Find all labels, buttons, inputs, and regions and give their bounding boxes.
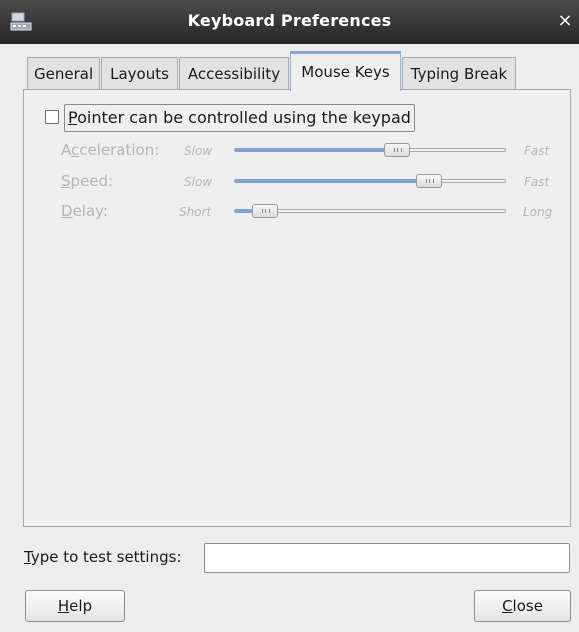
slider-fill [235,179,430,183]
label-prefix: A [61,141,71,159]
acceleration-max-label: Fast [524,144,550,158]
window-close-button[interactable]: × [555,10,575,32]
label-text: elay: [72,202,108,220]
slider-fill [235,148,397,152]
pointer-keypad-label[interactable]: Pointer can be controlled using the keyp… [64,104,415,132]
tab-typing-break[interactable]: Typing Break [402,57,516,89]
button-label: elp [69,597,93,615]
label-text: celeration: [79,141,160,159]
close-button[interactable]: Close [474,590,571,622]
tab-label: Typing Break [410,65,508,83]
speed-max-label: Fast [524,175,550,189]
tab-label: Mouse Keys [301,63,390,81]
slider-thumb[interactable] [416,174,443,188]
mnemonic: S [61,172,71,190]
delay-label: Delay: [61,202,108,220]
tab-layouts[interactable]: Layouts [101,57,178,89]
test-settings-input[interactable] [204,543,570,573]
label-text: peed: [70,172,114,190]
speed-label: Speed: [61,172,113,190]
acceleration-slider[interactable] [234,143,506,157]
test-settings-label: Type to test settings: [24,548,182,566]
window-title: Keyboard Preferences [187,11,392,30]
tab-label: General [34,65,94,83]
help-button[interactable]: Help [25,590,125,622]
label-text: ointer can be controlled using the keypa… [77,108,411,127]
pointer-keypad-checkbox[interactable] [45,110,59,124]
tab-label: Accessibility [187,65,281,83]
mnemonic: D [61,202,73,220]
delay-slider[interactable] [234,204,506,218]
slider-thumb[interactable] [251,204,278,218]
title-bar: Keyboard Preferences × [0,0,579,44]
mnemonic: C [502,597,513,615]
slider-thumb[interactable] [384,143,410,157]
mnemonic: T [24,548,31,566]
acceleration-label: Acceleration: [61,141,159,159]
label-text: ype to test settings: [30,548,182,566]
mnemonic: c [71,141,80,159]
delay-max-label: Long [523,205,553,219]
tab-accessibility[interactable]: Accessibility [179,57,289,89]
delay-min-label: Short [179,205,212,219]
tab-general[interactable]: General [27,57,100,89]
speed-slider[interactable] [234,174,506,188]
speed-min-label: Slow [184,175,213,189]
tab-mouse-keys[interactable]: Mouse Keys [290,51,401,91]
button-label: lose [512,597,543,615]
mnemonic: H [57,597,70,615]
acceleration-min-label: Slow [184,144,213,158]
mnemonic: P [68,108,78,127]
tab-label: Layouts [110,65,169,83]
